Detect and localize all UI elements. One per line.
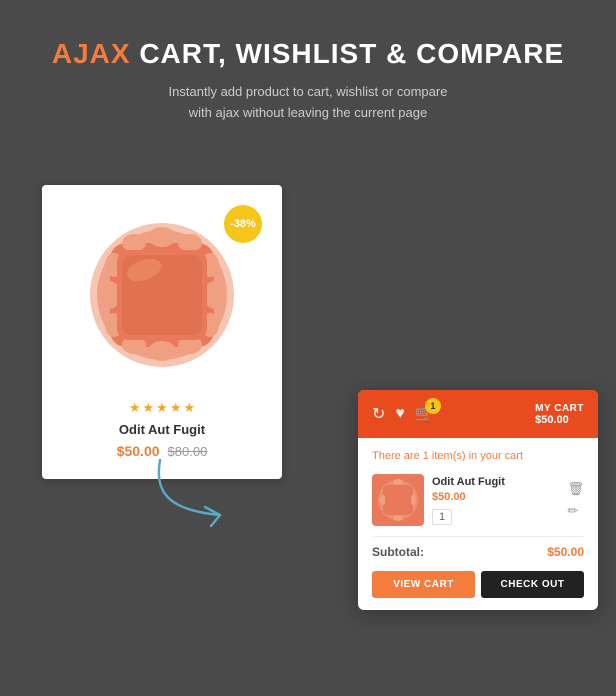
cart-popup: ↻ ♥ 🛒 1 MY CART $50.00 There are 1 item(…	[358, 390, 598, 610]
product-name: Odit Aut Fugit	[57, 422, 267, 437]
refresh-icon[interactable]: ↻	[372, 404, 385, 424]
subtotal-label: Subtotal:	[372, 545, 424, 559]
cart-popup-header: ↻ ♥ 🛒 1 MY CART $50.00	[358, 390, 598, 438]
page-wrapper: AJAX CART, WISHLIST & COMPARE Instantly …	[0, 0, 616, 696]
cart-badge: 1	[425, 398, 441, 414]
product-card: -38% ★ ★ ★ ★ ★ Odit Aut Fugit $50.00 $80…	[42, 185, 282, 479]
cart-label-text: MY CART	[535, 403, 584, 414]
cart-item-actions: 🗑 ✏	[567, 481, 584, 519]
delete-icon[interactable]: 🗑	[567, 481, 584, 497]
discount-badge: -38%	[224, 205, 262, 243]
cart-item-image	[372, 474, 424, 526]
product-image	[82, 215, 242, 375]
page-title: AJAX CART, WISHLIST & COMPARE	[40, 38, 576, 70]
cart-header-amount: $50.00	[535, 414, 569, 426]
wishlist-icon[interactable]: ♥	[395, 405, 405, 423]
cart-item-price: $50.00	[432, 491, 559, 503]
cart-item-details: Odit Aut Fugit $50.00 1	[432, 476, 559, 525]
info-items: 1 item(s)	[423, 450, 466, 462]
cart-label-wrap: MY CART $50.00	[535, 403, 584, 426]
cart-item-image-svg	[375, 477, 421, 523]
cart-buttons: VIEW CART CHECK OUT	[372, 571, 584, 598]
cart-icon-wrap[interactable]: 🛒 1	[415, 404, 435, 424]
info-suffix: in your cart	[466, 450, 523, 462]
cart-popup-body: There are 1 item(s) in your cart	[358, 438, 598, 610]
product-stars: ★ ★ ★ ★ ★	[57, 400, 267, 416]
cart-divider	[372, 536, 584, 537]
star-2: ★	[143, 400, 155, 416]
cart-item-name: Odit Aut Fugit	[432, 476, 559, 488]
subtotal-row: Subtotal: $50.00	[372, 545, 584, 559]
arrow-svg	[145, 450, 245, 530]
edit-icon[interactable]: ✏	[567, 503, 584, 519]
subtitle: Instantly add product to cart, wishlist …	[40, 82, 576, 124]
star-5: ★	[183, 400, 195, 416]
ajax-word: AJAX	[52, 38, 131, 69]
cart-item-row: Odit Aut Fugit $50.00 1 🗑 ✏	[372, 474, 584, 526]
cart-info-text: There are 1 item(s) in your cart	[372, 450, 584, 462]
star-4: ★	[170, 400, 182, 416]
product-image-wrapper: -38%	[57, 200, 267, 390]
arrow-curve	[145, 450, 245, 530]
view-cart-button[interactable]: VIEW CART	[372, 571, 475, 598]
title-rest: CART, WISHLIST & COMPARE	[131, 38, 565, 69]
cart-item-qty: 1	[432, 509, 452, 525]
info-prefix: There are	[372, 450, 423, 462]
star-1: ★	[129, 400, 141, 416]
star-3: ★	[156, 400, 168, 416]
header-section: AJAX CART, WISHLIST & COMPARE Instantly …	[0, 0, 616, 144]
subtotal-amount: $50.00	[547, 545, 584, 559]
checkout-button[interactable]: CHECK OUT	[481, 571, 584, 598]
